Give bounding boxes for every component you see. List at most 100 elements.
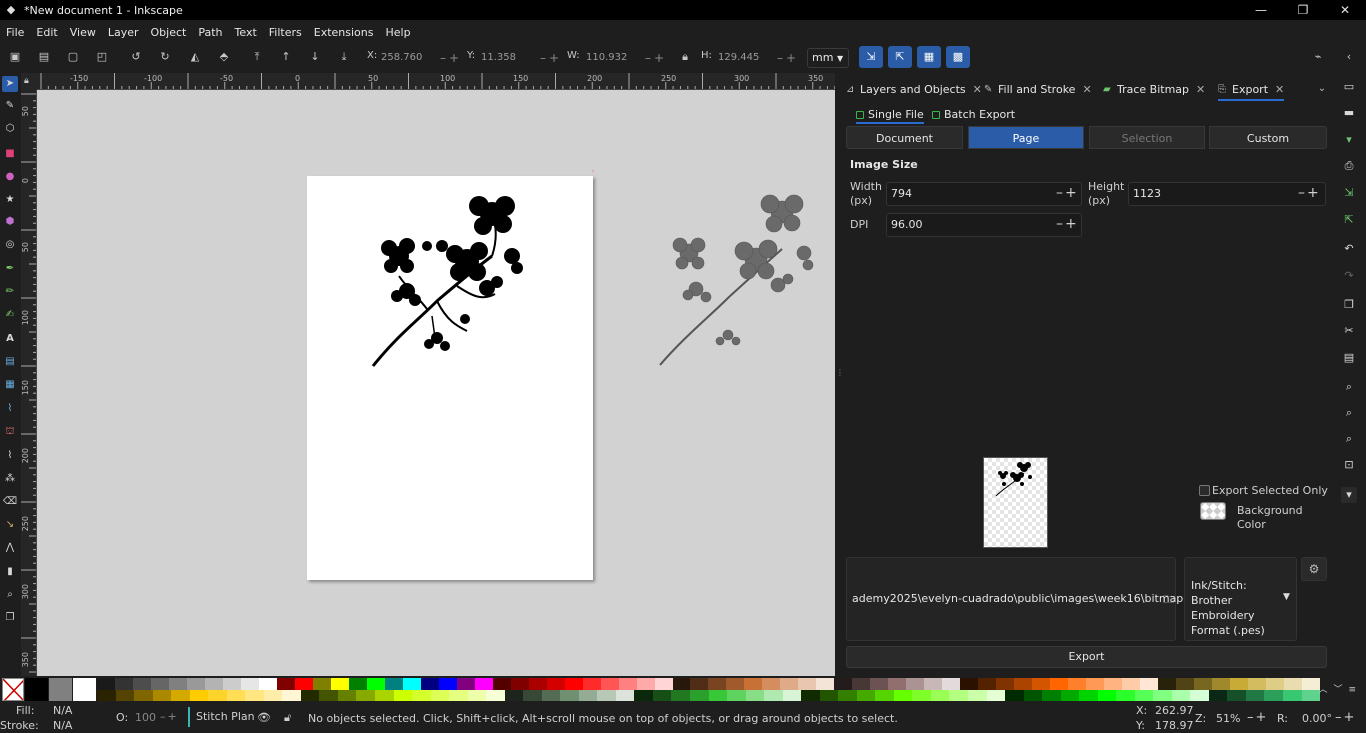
color-swatch[interactable] [745,689,765,701]
scale-stroke-icon[interactable]: ⇲ [859,46,883,68]
color-swatch[interactable] [1140,678,1159,690]
rotation-stepper[interactable]: –+ [1335,710,1356,725]
color-swatch[interactable] [420,678,439,690]
area-selection-button[interactable]: Selection [1089,126,1205,149]
traced-bitmap-drawing[interactable] [654,187,814,372]
cut-icon[interactable]: ✂ [1341,323,1357,339]
color-swatch[interactable] [1212,678,1231,690]
raise-icon[interactable]: ↑ [278,49,294,65]
color-swatch[interactable] [708,689,728,701]
open-document-icon[interactable]: ▬ [1341,105,1357,121]
color-swatch[interactable] [634,689,653,701]
color-swatch[interactable] [258,678,277,690]
color-swatch[interactable] [996,678,1015,690]
color-swatch[interactable] [1230,678,1248,690]
flip-horizontal-icon[interactable]: ◭ [187,49,203,65]
color-swatch[interactable] [1079,689,1098,701]
toggle-bbox-icon[interactable]: ◰ [94,49,110,65]
import-icon[interactable]: ⇲ [1341,185,1357,201]
menu-edit[interactable]: Edit [36,26,57,39]
snap-options-chevron-icon[interactable]: ‹ [1341,49,1357,65]
color-swatch[interactable] [1194,678,1213,690]
color-swatch[interactable] [171,689,190,701]
color-swatch[interactable] [618,678,637,690]
tab-fill-and-stroke[interactable]: ✎ Fill and Stroke ✕ [984,79,1092,101]
dpi-input[interactable]: 96.00 [886,213,1082,237]
spiral-tool-icon[interactable]: ◎ [2,237,18,253]
color-swatch[interactable] [492,678,511,690]
new-document-icon[interactable]: ▭ [1341,79,1357,95]
close-window-button[interactable]: ✕ [1324,0,1366,20]
vertical-ruler[interactable]: 50 0 50 100 150 200 250 300 350 [21,90,37,676]
close-tab-icon[interactable]: ✕ [1196,83,1205,96]
text-tool-icon[interactable]: A [2,331,18,347]
color-swatch[interactable] [798,678,817,690]
area-document-button[interactable]: Document [846,126,963,149]
color-swatch[interactable] [97,689,116,701]
zoom-selection-icon[interactable]: ⌕ [1341,379,1357,395]
color-swatch[interactable] [393,689,413,701]
color-swatch[interactable] [1176,678,1195,690]
dock-menu-chevron-icon[interactable]: ⌄ [1314,83,1330,99]
color-swatch[interactable] [1264,689,1283,701]
color-swatch[interactable] [1283,678,1302,690]
width-input[interactable]: 794 [886,182,1082,206]
color-swatch[interactable] [801,689,820,701]
color-swatch[interactable] [97,678,115,690]
pen-tool-icon[interactable]: ✒ [2,261,18,277]
color-swatch[interactable] [1050,678,1069,690]
w-field[interactable]: 110.932 [586,49,627,67]
node-tool-icon[interactable]: ✎ [2,98,18,114]
color-swatch[interactable] [838,689,857,701]
menu-extensions[interactable]: Extensions [314,26,374,39]
dropper-tool-icon[interactable]: ⌇ [2,401,18,417]
color-swatch[interactable] [1005,689,1024,701]
color-swatch[interactable] [240,678,259,690]
paint-bucket-tool-icon[interactable]: ⛫ [2,424,18,440]
color-swatch[interactable] [312,678,331,690]
cherry-blossom-drawing[interactable] [307,176,593,580]
color-swatch[interactable] [888,678,907,690]
zoom-page-icon[interactable]: ⌕ [1341,431,1357,447]
color-swatch[interactable] [615,689,635,701]
gradient-tool-icon[interactable]: ▤ [2,354,18,370]
color-swatch[interactable] [726,678,745,690]
maximize-button[interactable]: ❐ [1282,0,1324,20]
menu-file[interactable]: File [6,26,24,39]
more-commands-chevron-icon[interactable]: ▾ [1341,487,1357,503]
3d-box-tool-icon[interactable]: ⬢ [2,214,18,230]
format-settings-button[interactable]: ⚙ [1301,557,1327,581]
w-stepper[interactable]: –+ [645,49,667,67]
drawing-canvas[interactable]: ◦ [37,90,835,676]
swatch-black[interactable] [25,678,48,701]
color-swatch[interactable] [727,689,746,701]
color-swatch[interactable] [337,689,357,701]
current-layer[interactable]: Stitch Plan [188,707,255,727]
color-swatch[interactable] [960,678,979,690]
raise-to-top-icon[interactable]: ⤒ [249,49,265,65]
color-swatch[interactable] [319,689,338,701]
menu-filters[interactable]: Filters [269,26,302,39]
copy-icon[interactable]: ❐ [1341,297,1357,313]
color-swatch[interactable] [245,689,264,701]
color-swatch[interactable] [1208,689,1228,701]
undo-icon[interactable]: ↶ [1341,241,1357,257]
rotate-ccw-icon[interactable]: ↺ [128,49,144,65]
color-swatch[interactable] [263,689,283,701]
lower-to-bottom-icon[interactable]: ⤓ [336,49,352,65]
fill-indicator[interactable]: N/A [53,704,72,717]
color-swatch[interactable] [276,678,295,690]
color-swatch[interactable] [150,678,169,690]
color-swatch[interactable] [1116,689,1135,701]
color-swatch[interactable] [762,678,781,690]
color-swatch[interactable] [300,689,320,701]
calligraphy-tool-icon[interactable]: ✍ [2,307,18,323]
menu-view[interactable]: View [70,26,96,39]
color-swatch[interactable] [652,689,672,701]
tab-single-file[interactable]: Single File [856,106,924,124]
color-swatch[interactable] [672,678,691,690]
color-swatch[interactable] [330,678,349,690]
close-tab-icon[interactable]: ✕ [1082,83,1091,96]
shape-builder-tool-icon[interactable]: ⬡ [2,121,18,137]
color-swatch[interactable] [949,689,968,701]
